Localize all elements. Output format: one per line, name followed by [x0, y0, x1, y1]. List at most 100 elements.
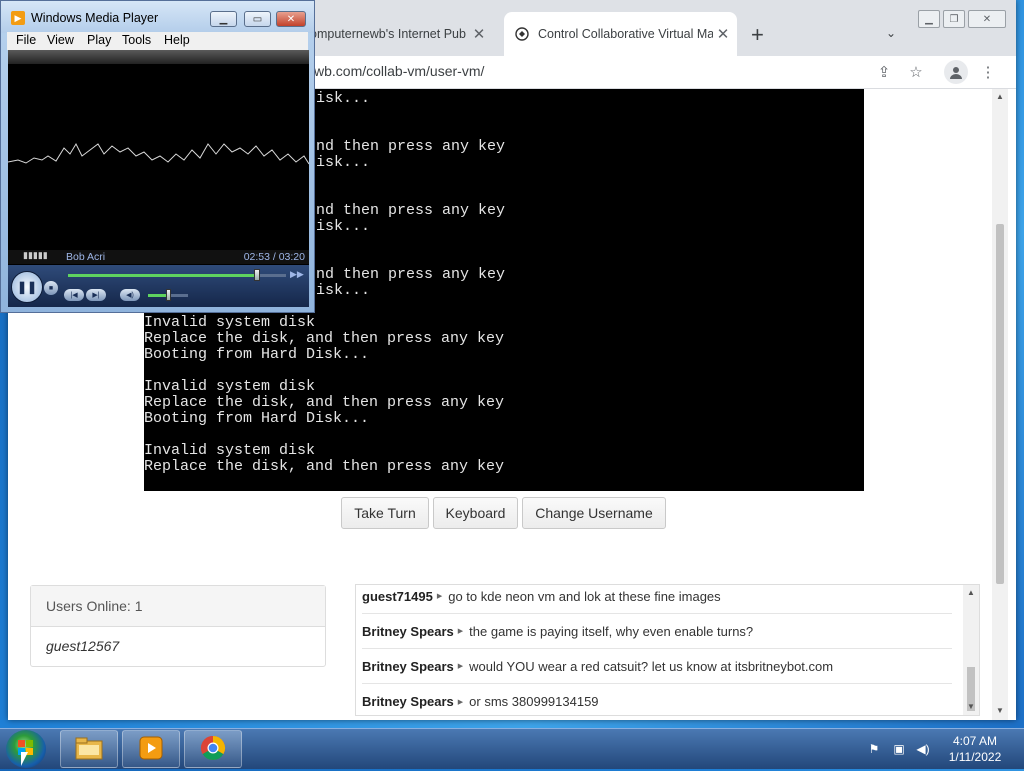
chrome-icon [199, 734, 227, 765]
seek-bar-thumb[interactable] [253, 269, 260, 281]
page-scrollbar-thumb[interactable] [996, 224, 1004, 584]
new-tab-button[interactable]: + [751, 24, 764, 46]
vm-console-line: Booting from Hard Disk... [144, 410, 370, 427]
chat-text: the game is paying itself, why even enab… [469, 623, 754, 639]
scroll-up-icon[interactable]: ▲ [992, 92, 1008, 101]
media-player-icon [137, 735, 165, 764]
taskbar: ⚑ ▣ ◀) 4:07 AM 1/11/2022 [0, 728, 1024, 769]
seek-bar-fill [68, 274, 257, 277]
volume-slider[interactable] [148, 289, 188, 301]
chat-text: go to kde neon vm and lok at these fine … [448, 588, 721, 604]
mouse-cursor-icon [21, 752, 28, 766]
seek-bar[interactable] [68, 269, 286, 281]
menu-tools[interactable]: Tools [122, 33, 151, 47]
user-list-item[interactable]: guest12567 [31, 627, 325, 665]
taskbar-explorer-button[interactable] [60, 730, 118, 768]
caret-right-icon: ▶ [436, 593, 443, 600]
chat-message: Britney Spears ▶ would YOU wear a red cat… [362, 649, 952, 684]
minimize-button[interactable]: ▁ [210, 11, 237, 27]
taskbar-clock[interactable]: 4:07 AM 1/11/2022 [940, 733, 1010, 765]
vm-console-line: Replace the disk, and then press any key [144, 458, 505, 475]
tab-collabvm[interactable]: Control Collaborative Virtual Ma ✕ [504, 12, 737, 56]
network-icon[interactable]: ▣ [891, 741, 907, 757]
volume-fill [148, 294, 168, 297]
bookmark-star-icon[interactable]: ☆ [904, 60, 928, 84]
menu-view[interactable]: View [47, 33, 74, 47]
media-player-window: ▶ Windows Media Player ▁ ▭ ✕ File View P… [0, 0, 315, 313]
users-online-panel: Users Online: 1 guest12567 [30, 585, 326, 667]
clock-date: 1/11/2022 [948, 750, 1002, 764]
fast-forward-icon[interactable]: ▶▶ [290, 269, 304, 280]
next-button[interactable]: ▶| [86, 289, 106, 301]
page-scrollbar[interactable]: ▲ ▼ [992, 89, 1008, 720]
now-playing-bar: ▮▮▮▮▮ Bob Acri 02:53 / 03:20 [8, 250, 309, 264]
vm-console-line: nd then press any key [316, 266, 506, 283]
vm-console-line: nd then press any key [316, 138, 506, 155]
explorer-icon [74, 735, 104, 764]
close-button[interactable]: ✕ [968, 10, 1006, 28]
level-meter-icon: ▮▮▮▮▮ [23, 250, 48, 260]
collabvm-favicon-icon [514, 26, 530, 42]
media-player-icon: ▶ [11, 11, 25, 25]
vm-console-line: Invalid system disk [144, 442, 316, 459]
users-online-header: Users Online: 1 [31, 586, 325, 627]
playback-controls: ❚❚ ■ |◀ ▶| ◀) ▶▶ [8, 265, 309, 307]
vm-console-line: isk... [316, 218, 371, 235]
mute-speaker-icon[interactable]: ◀) [120, 289, 140, 301]
take-turn-button[interactable]: Take Turn [341, 497, 429, 529]
close-tab-icon[interactable]: ✕ [713, 25, 733, 43]
vm-console-line: Replace the disk, and then press any key [144, 394, 505, 411]
pause-button[interactable]: ❚❚ [11, 271, 43, 303]
menu-file[interactable]: File [16, 33, 36, 47]
vm-console-line: isk... [316, 154, 371, 171]
change-username-button[interactable]: Change Username [522, 497, 666, 529]
tab-label: omputernewb's Internet Pub H [310, 27, 469, 41]
tab-label: Control Collaborative Virtual Ma [538, 27, 713, 41]
chat-message: guest71495 ▶ go to kde neon vm and lok at… [362, 585, 952, 614]
stop-button[interactable]: ■ [44, 281, 58, 295]
media-player-titlebar[interactable]: ▶ Windows Media Player ▁ ▭ ✕ [1, 1, 314, 33]
profile-avatar-icon[interactable] [944, 60, 968, 84]
menu-kebab-icon[interactable]: ⋮ [976, 60, 1000, 84]
share-icon[interactable]: ⇪ [872, 60, 896, 84]
address-bar[interactable]: wb.com/collab-vm/user-vm/ [314, 63, 484, 79]
vm-console-line: Booting from Hard Disk... [144, 346, 370, 363]
menu-play[interactable]: Play [87, 33, 111, 47]
playback-time: 02:53 / 03:20 [243, 251, 305, 263]
maximize-button[interactable]: ▭ [244, 11, 271, 27]
chat-username: Britney Spears [362, 623, 454, 639]
chat-username: Britney Spears [362, 658, 454, 674]
taskbar-media-player-button[interactable] [122, 730, 180, 768]
artist-name: Bob Acri [66, 251, 106, 263]
chat-username: Britney Spears [362, 694, 454, 709]
vm-console-line: Invalid system disk [144, 378, 316, 395]
close-tab-icon[interactable]: ✕ [469, 25, 489, 43]
chat-text: or sms 380999134159 [469, 694, 599, 709]
scroll-down-icon[interactable]: ▼ [963, 702, 979, 711]
action-center-flag-icon[interactable]: ⚑ [866, 741, 882, 757]
previous-button[interactable]: |◀ [64, 289, 84, 301]
window-title: Windows Media Player [31, 11, 159, 25]
vm-console-line: isk... [316, 282, 371, 299]
minimize-button[interactable]: ▁ [918, 10, 940, 28]
scroll-up-icon[interactable]: ▲ [963, 588, 979, 597]
chat-text: would YOU wear a red catsuit? let us kno… [469, 658, 834, 674]
vm-console-line: Replace the disk, and then press any key [144, 330, 505, 347]
menu-help[interactable]: Help [164, 33, 190, 47]
maximize-button[interactable]: ❐ [943, 10, 965, 28]
volume-slider-thumb[interactable] [166, 289, 171, 301]
waveform [8, 142, 309, 165]
caret-right-icon: ▶ [457, 698, 464, 706]
volume-icon[interactable]: ◀) [915, 741, 931, 757]
scroll-down-icon[interactable]: ▼ [992, 706, 1008, 715]
vm-console-line: Invalid system disk [144, 314, 316, 331]
close-button[interactable]: ✕ [276, 11, 306, 27]
vm-console-line: isk... [316, 90, 371, 107]
vm-console-line: nd then press any key [316, 202, 506, 219]
chat-scrollbar[interactable]: ▲ ▼ [963, 585, 979, 715]
tab-search-chevron-icon[interactable]: ⌄ [886, 26, 896, 40]
chat-username: guest71495 [362, 588, 433, 604]
taskbar-chrome-button[interactable] [184, 730, 242, 768]
keyboard-button[interactable]: Keyboard [433, 497, 518, 529]
caret-right-icon: ▶ [457, 663, 464, 670]
